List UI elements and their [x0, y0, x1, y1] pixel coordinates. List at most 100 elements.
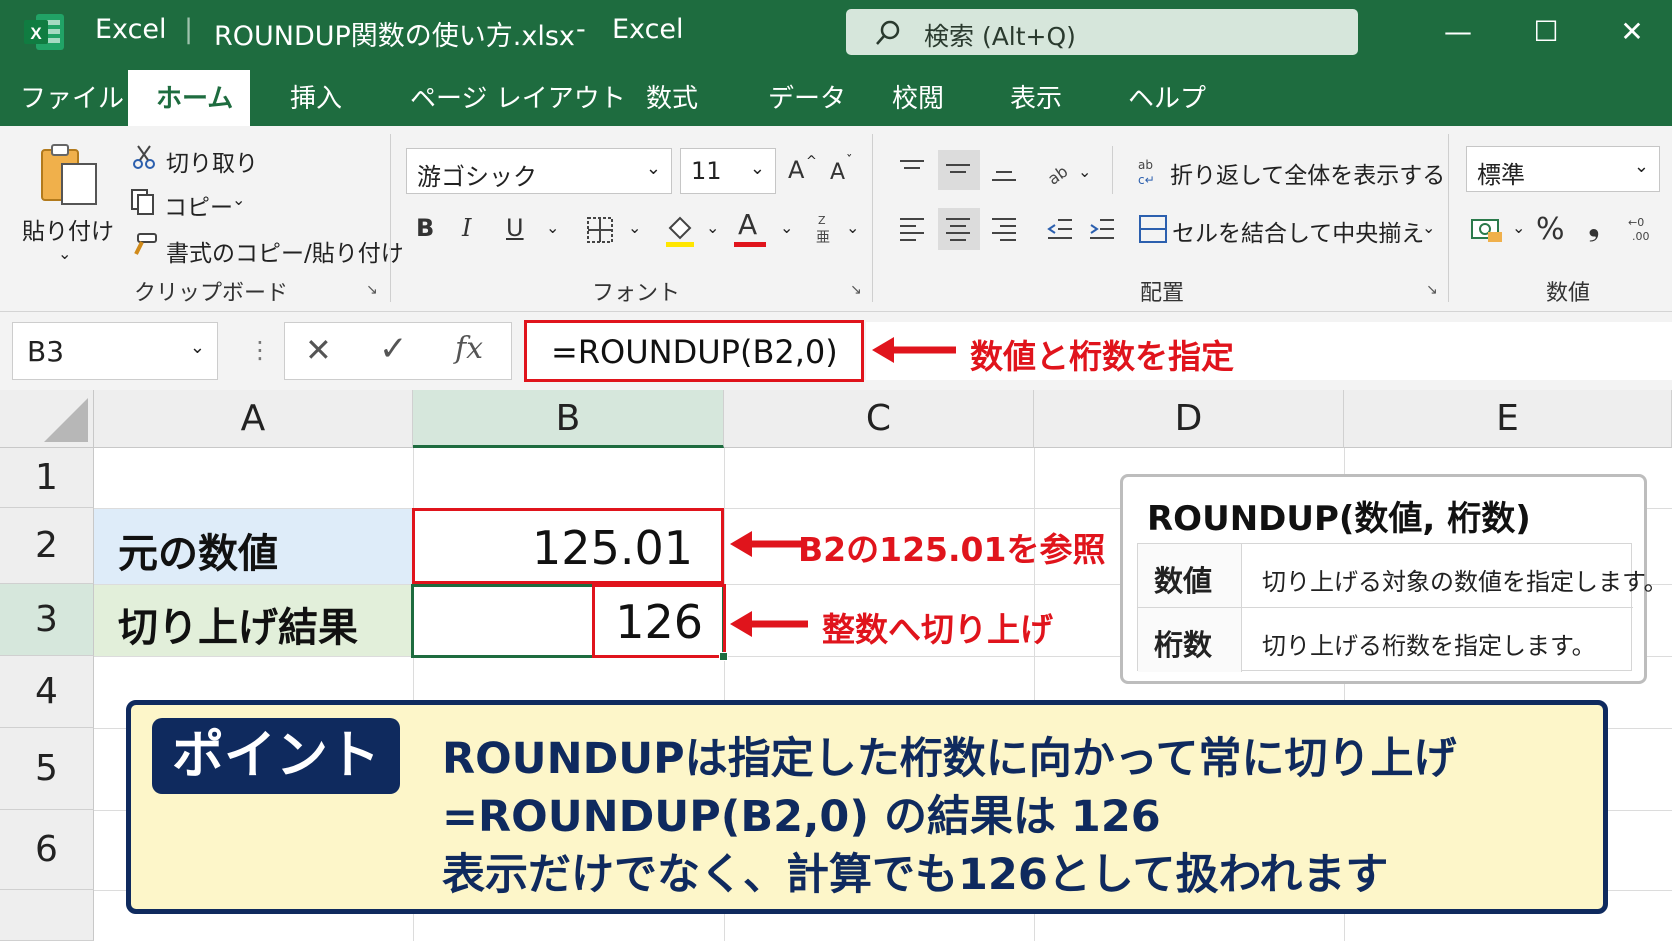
scissors-icon [133, 145, 155, 169]
font-name-select[interactable]: 游ゴシック ⌄ [406, 148, 672, 194]
phonetic-dropdown-icon[interactable]: ⌄ [846, 218, 859, 237]
fill-color-dropdown-icon[interactable]: ⌄ [706, 218, 719, 237]
title-bar: X Excel | ROUNDUP関数の使い方.xlsx - Excel 検索 … [0, 0, 1672, 64]
chevron-down-icon: ⌄ [1633, 156, 1649, 177]
select-all-corner[interactable] [0, 390, 94, 448]
fill-color-icon[interactable] [664, 212, 696, 248]
borders-icon[interactable] [586, 216, 614, 244]
insert-function-button[interactable]: fx [455, 331, 483, 366]
increase-indent-icon[interactable] [1088, 216, 1116, 242]
alignment-launcher-icon[interactable]: ↘ [1426, 282, 1438, 298]
font-size-value: 11 [691, 157, 722, 185]
format-painter-button[interactable]: 書式のコピー/貼り付け [166, 234, 404, 268]
grow-font-button[interactable]: A [788, 156, 804, 184]
font-color-swatch [734, 242, 766, 247]
decrease-indent-icon[interactable] [1046, 216, 1074, 242]
italic-button[interactable]: I [462, 214, 471, 242]
number-format-select[interactable]: 標準 ⌄ [1466, 146, 1660, 192]
align-bottom-icon[interactable] [990, 160, 1018, 184]
font-launcher-icon[interactable]: ↘ [850, 282, 862, 298]
cell-b2[interactable]: 125.01 [412, 508, 724, 584]
comma-button[interactable]: ❟ [1588, 208, 1600, 243]
tab-review[interactable]: 校閲 [892, 78, 944, 115]
cancel-formula-button[interactable]: ✕ [305, 331, 332, 369]
tab-data[interactable]: データ [768, 78, 846, 115]
chevron-down-icon: ⌄ [749, 158, 765, 179]
accounting-format-icon[interactable] [1470, 216, 1504, 244]
row-header-7[interactable] [0, 890, 94, 941]
column-header-b[interactable]: B [413, 390, 724, 448]
underline-dropdown-icon[interactable]: ⌄ [546, 218, 559, 237]
orientation-dropdown-icon[interactable]: ⌄ [1078, 162, 1091, 181]
percent-button[interactable]: % [1536, 212, 1565, 247]
close-button[interactable]: ✕ [1612, 12, 1652, 52]
row-header-1[interactable]: 1 [0, 448, 94, 508]
enter-formula-button[interactable]: ✓ [379, 329, 408, 369]
merge-center-icon [1139, 215, 1167, 243]
row-header-6[interactable]: 6 [0, 810, 94, 890]
font-color-button[interactable]: A [738, 208, 757, 241]
increase-decimal-icon[interactable]: ←0 .00 [1626, 214, 1660, 244]
tab-help[interactable]: ヘルプ [1128, 78, 1206, 115]
tab-home[interactable]: ホーム [156, 78, 233, 115]
row-header-3[interactable]: 3 [0, 584, 94, 656]
title-dash: - [576, 14, 586, 45]
align-center-icon[interactable] [944, 216, 972, 242]
app-name-suffix: Excel [612, 14, 684, 45]
align-top-icon[interactable] [898, 158, 926, 182]
tab-insert[interactable]: 挿入 [290, 78, 342, 115]
align-left-icon[interactable] [898, 216, 926, 242]
phonetic-icon[interactable]: Z 亜 [814, 212, 836, 246]
cell-a2-text: 元の数値 [118, 531, 278, 577]
tab-file[interactable]: ファイル [20, 78, 124, 115]
underline-button[interactable]: U [506, 214, 524, 242]
font-color-dropdown-icon[interactable]: ⌄ [780, 218, 793, 237]
shrink-font-button[interactable]: A [830, 160, 845, 185]
font-size-select[interactable]: 11 ⌄ [680, 148, 776, 194]
wrap-text-button[interactable]: 折り返して全体を表示する [1170, 156, 1445, 190]
paste-dropdown-icon[interactable]: ⌄ [58, 244, 71, 263]
tab-page-layout[interactable]: ページ レイアウト [410, 78, 626, 115]
row-header-4[interactable]: 4 [0, 656, 94, 728]
svg-text:ab: ab [1138, 158, 1153, 172]
name-box[interactable]: B3 ⌄ [12, 322, 218, 380]
cell-a3[interactable]: 切り上げ結果 [94, 585, 413, 656]
cell-a2[interactable]: 元の数値 [94, 509, 413, 584]
row-header-2[interactable]: 2 [0, 508, 94, 584]
bold-button[interactable]: B [416, 214, 434, 242]
search-icon [876, 20, 900, 45]
search-box[interactable]: 検索 (Alt+Q) [846, 9, 1358, 55]
number-format-value: 標準 [1477, 161, 1525, 189]
ribbon-separator [1448, 134, 1449, 302]
tab-view[interactable]: 表示 [1010, 78, 1062, 115]
paste-button[interactable]: 貼り付け [22, 212, 114, 246]
paste-icon[interactable] [38, 142, 100, 208]
borders-dropdown-icon[interactable]: ⌄ [628, 218, 641, 237]
copy-dropdown-icon[interactable]: ⌄ [232, 190, 245, 209]
point-badge: ポイント [152, 718, 400, 794]
merge-dropdown-icon[interactable]: ⌄ [1422, 218, 1435, 237]
fill-handle[interactable] [719, 652, 728, 661]
column-header-d[interactable]: D [1034, 390, 1344, 448]
copy-button[interactable]: コピー [164, 188, 233, 222]
svg-text:X: X [30, 24, 42, 43]
row-header-5[interactable]: 5 [0, 728, 94, 810]
cut-button[interactable]: 切り取り [166, 144, 258, 178]
tab-formulas[interactable]: 数式 [646, 78, 698, 115]
column-header-c[interactable]: C [724, 390, 1034, 448]
minimize-button[interactable]: — [1438, 12, 1478, 52]
arg-name: 数値 [1154, 564, 1213, 598]
maximize-button[interactable]: ☐ [1526, 12, 1566, 52]
accounting-dropdown-icon[interactable]: ⌄ [1512, 218, 1525, 237]
align-middle-icon[interactable] [944, 158, 972, 182]
column-header-a[interactable]: A [94, 390, 413, 448]
merge-center-button[interactable]: セルを結合して中央揃え [1172, 214, 1424, 248]
formula-input[interactable]: =ROUNDUP(B2,0) [524, 320, 864, 382]
formula-bar-grip-icon[interactable]: ⋮ [248, 336, 272, 364]
file-name: ROUNDUP関数の使い方.xlsx [214, 21, 575, 52]
svg-text:.00: .00 [1632, 230, 1650, 243]
column-header-e[interactable]: E [1344, 390, 1672, 448]
clipboard-launcher-icon[interactable]: ↘ [366, 282, 378, 298]
align-right-icon[interactable] [990, 216, 1018, 242]
orientation-icon[interactable]: ab [1044, 156, 1074, 186]
